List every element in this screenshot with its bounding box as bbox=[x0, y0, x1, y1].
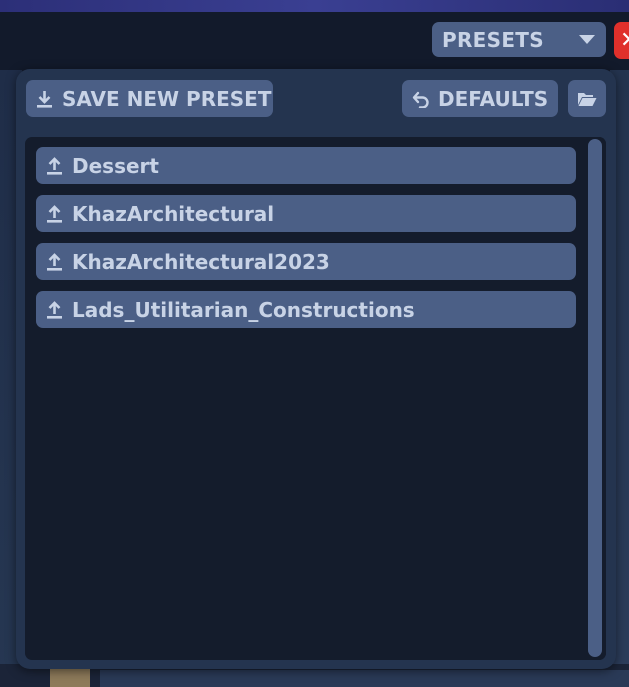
background-panel bbox=[100, 670, 629, 687]
save-new-preset-button[interactable]: SAVE NEW PRESET bbox=[26, 80, 273, 117]
chevron-down-icon bbox=[579, 35, 595, 44]
preset-item-khazarchitectural[interactable]: KhazArchitectural bbox=[36, 195, 576, 232]
background-accent bbox=[50, 666, 90, 687]
undo-icon bbox=[412, 91, 429, 108]
upload-icon bbox=[47, 156, 62, 175]
presets-dropdown[interactable]: PRESETS bbox=[432, 22, 606, 57]
download-icon bbox=[37, 90, 52, 108]
preset-item-label: KhazArchitectural2023 bbox=[72, 249, 330, 274]
preset-item-label: Lads_Utilitarian_Constructions bbox=[72, 297, 415, 322]
window-backdrop-top bbox=[0, 0, 629, 12]
presets-popover: SAVE NEW PRESET DEFAULTS Dessert KhazArc… bbox=[16, 69, 616, 669]
folder-open-icon bbox=[578, 92, 597, 106]
preset-item-lads-utilitarian-constructions[interactable]: Lads_Utilitarian_Constructions bbox=[36, 291, 576, 328]
close-button[interactable]: ✕ bbox=[614, 22, 629, 59]
preset-list-scrollbar[interactable] bbox=[585, 137, 606, 660]
preset-item-label: Dessert bbox=[72, 153, 159, 178]
upload-icon bbox=[47, 252, 62, 271]
save-new-preset-label: SAVE NEW PRESET bbox=[62, 86, 272, 111]
preset-item-dessert[interactable]: Dessert bbox=[36, 147, 576, 184]
open-folder-button[interactable] bbox=[568, 80, 606, 117]
preset-item-label: KhazArchitectural bbox=[72, 201, 275, 226]
defaults-button[interactable]: DEFAULTS bbox=[402, 80, 558, 117]
defaults-label: DEFAULTS bbox=[438, 86, 549, 111]
upload-icon bbox=[47, 300, 62, 319]
preset-list: Dessert KhazArchitectural KhazArchitectu… bbox=[25, 137, 606, 660]
presets-dropdown-label: PRESETS bbox=[442, 27, 544, 52]
upload-icon bbox=[47, 204, 62, 223]
close-icon: ✕ bbox=[620, 28, 629, 53]
scrollbar-thumb[interactable] bbox=[588, 139, 602, 657]
preset-item-khazarchitectural2023[interactable]: KhazArchitectural2023 bbox=[36, 243, 576, 280]
